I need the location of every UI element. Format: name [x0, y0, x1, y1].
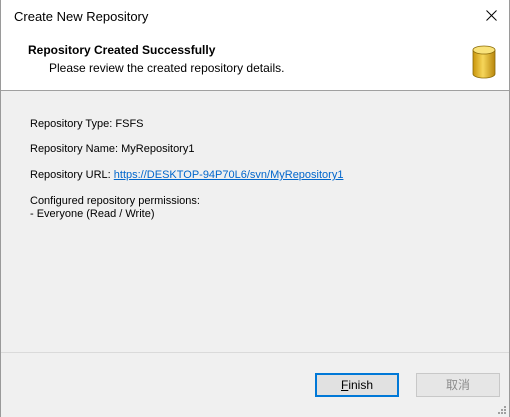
permissions-label: Configured repository permissions: [30, 195, 200, 207]
repository-url-line: Repository URL: https://DESKTOP-94P70L6/… [30, 169, 343, 181]
close-button[interactable] [475, 0, 509, 32]
button-bar: Finish 取消 [1, 352, 509, 417]
header-subtitle: Please review the created repository det… [49, 61, 285, 75]
window-title: Create New Repository [14, 9, 149, 24]
resize-grip-icon[interactable] [497, 405, 507, 415]
details-panel: Repository Type: FSFS Repository Name: M… [1, 91, 509, 352]
cancel-button-label: 取消 [445, 378, 470, 392]
close-icon [486, 10, 497, 21]
permission-item: - Everyone (Read / Write) [30, 208, 155, 220]
repository-type-line: Repository Type: FSFS [30, 118, 144, 130]
header-title: Repository Created Successfully [28, 43, 216, 57]
finish-button[interactable]: Finish [315, 373, 399, 397]
database-icon [472, 45, 496, 79]
repository-name-label: Repository Name: [30, 143, 119, 155]
repository-type-label: Repository Type: [30, 118, 113, 130]
wizard-header: Repository Created Successfully Please r… [1, 32, 509, 91]
repository-type-value: FSFS [115, 118, 144, 130]
repository-url-label: Repository URL: [30, 169, 111, 181]
finish-button-label: Finish [340, 378, 374, 392]
repository-name-line: Repository Name: MyRepository1 [30, 143, 194, 155]
repository-url-link[interactable]: https://DESKTOP-94P70L6/svn/MyRepository… [114, 169, 344, 181]
title-bar: Create New Repository [1, 0, 509, 32]
repository-name-value: MyRepository1 [121, 143, 195, 155]
cancel-button: 取消 [416, 373, 500, 397]
dialog-window: Create New Repository Repository Created… [0, 0, 510, 417]
